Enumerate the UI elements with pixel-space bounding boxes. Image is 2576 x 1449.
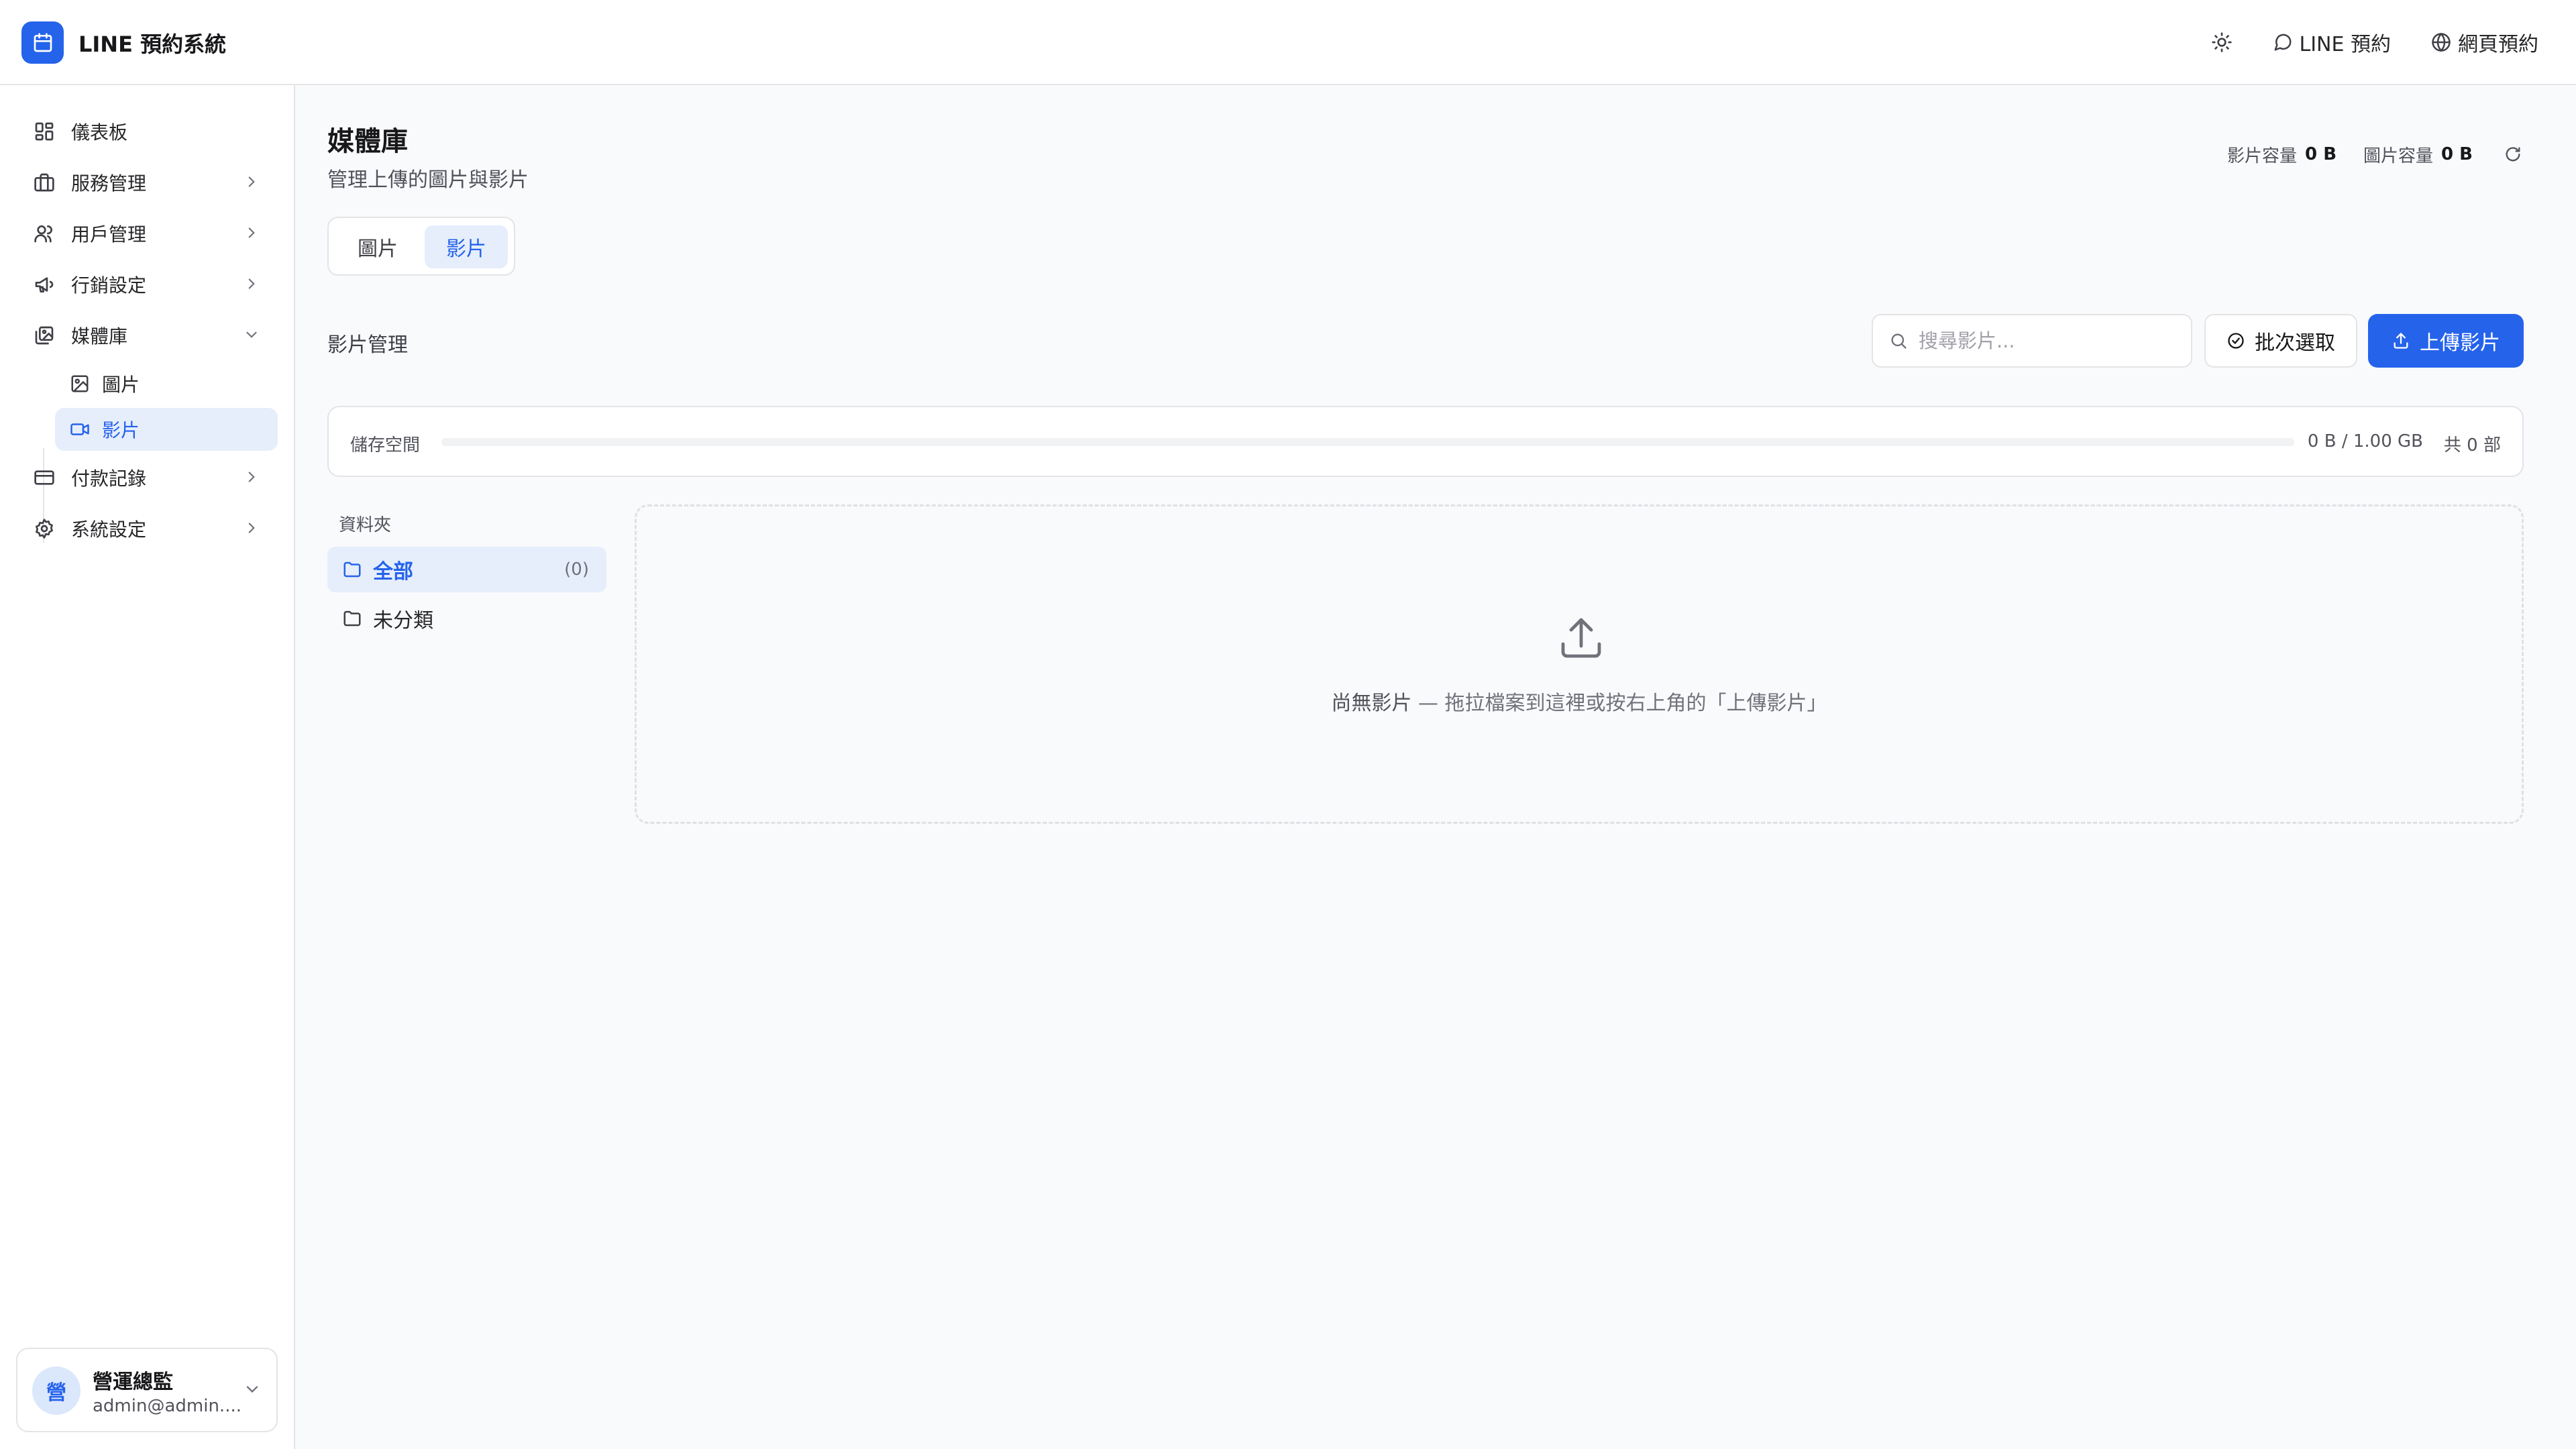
sidebar-subitem-label: 影片 xyxy=(102,419,140,441)
storage-label: 儲存空間 xyxy=(350,435,421,455)
tab-images[interactable]: 圖片 xyxy=(336,225,419,268)
sidebar-item-media-library[interactable]: 媒體庫 xyxy=(16,314,278,357)
sidebar-subitem-videos[interactable]: 影片 xyxy=(55,408,278,451)
globe-icon xyxy=(2431,32,2451,52)
upload-video-label: 上傳影片 xyxy=(2420,331,2500,355)
chevron-right-icon xyxy=(243,468,260,486)
upload-video-button[interactable]: 上傳影片 xyxy=(2368,314,2524,368)
empty-state-message: 尚無影片 — 拖拉檔案到這裡或按右上角的「上傳影片」 xyxy=(637,686,2522,716)
sidebar-item-marketing[interactable]: 行銷設定 xyxy=(16,263,278,306)
user-name: 營運總監 xyxy=(93,1371,173,1394)
chevron-right-icon xyxy=(243,275,260,292)
sidebar-item-label: 服務管理 xyxy=(71,172,147,195)
image-capacity-value: 0 B xyxy=(2441,144,2473,164)
credit-card-icon xyxy=(31,464,58,491)
media-type-tabs: 圖片 影片 xyxy=(327,217,515,276)
folder-label: 未分類 xyxy=(373,609,433,633)
search-icon xyxy=(1889,331,1908,350)
top-bar: LINE 預約系統 LINE 預約 網頁預約 xyxy=(0,0,2576,85)
sidebar-subitem-images[interactable]: 圖片 xyxy=(55,362,278,405)
gear-icon xyxy=(31,515,58,542)
check-circle-icon xyxy=(2226,331,2245,350)
folder-icon xyxy=(342,608,362,629)
video-capacity-value: 0 B xyxy=(2305,144,2337,164)
batch-select-button[interactable]: 批次選取 xyxy=(2204,314,2357,368)
image-capacity-label: 圖片容量 xyxy=(2363,146,2434,166)
sidebar-item-services[interactable]: 服務管理 xyxy=(16,161,278,204)
sidebar-subitem-label: 圖片 xyxy=(102,374,140,396)
chevron-right-icon xyxy=(243,173,260,191)
sidebar-item-label: 儀表板 xyxy=(71,121,128,144)
storage-stats: 影片容量 0 B 圖片容量 0 B xyxy=(2227,141,2522,168)
sidebar: 儀表板 服務管理 用戶管理 行銷設定 媒體庫 圖片 影片 付款記錄 系統設定 xyxy=(0,85,295,1449)
folders-heading: 資料夾 xyxy=(339,515,392,535)
video-count-text: 共 0 部 xyxy=(2443,435,2501,455)
folder-label: 全部 xyxy=(373,560,413,584)
image-icon xyxy=(70,374,90,394)
folder-icon xyxy=(342,559,362,580)
calendar-icon xyxy=(21,21,64,64)
user-menu[interactable]: 營 營運總監 admin@admin.... xyxy=(16,1348,278,1432)
sidebar-item-label: 用戶管理 xyxy=(71,223,147,246)
storage-usage-card: 儲存空間 0 B / 1.00 GB 共 0 部 xyxy=(327,406,2524,477)
chevron-down-icon xyxy=(243,1380,262,1399)
sun-icon xyxy=(2211,32,2233,53)
sidebar-item-label: 行銷設定 xyxy=(71,274,147,297)
batch-select-label: 批次選取 xyxy=(2255,331,2335,355)
user-email: admin@admin.... xyxy=(93,1396,241,1416)
line-booking-link[interactable]: LINE 預約 xyxy=(2273,28,2392,57)
sidebar-item-users[interactable]: 用戶管理 xyxy=(16,212,278,255)
search-input[interactable] xyxy=(1919,329,2180,352)
folder-count: (0) xyxy=(564,559,589,580)
page-title: 媒體庫 xyxy=(327,126,408,157)
folder-all[interactable]: 全部 (0) xyxy=(327,547,606,592)
chevron-right-icon xyxy=(243,224,260,241)
search-box xyxy=(1872,314,2192,368)
sidebar-item-dashboard[interactable]: 儀表板 xyxy=(16,110,278,153)
users-icon xyxy=(31,220,58,247)
folder-uncategorized[interactable]: 未分類 xyxy=(327,596,606,641)
sidebar-item-label: 系統設定 xyxy=(71,519,147,541)
app-title: LINE 預約系統 xyxy=(78,31,227,57)
brand[interactable]: LINE 預約系統 xyxy=(21,21,226,64)
upload-icon xyxy=(2392,331,2410,350)
web-booking-link[interactable]: 網頁預約 xyxy=(2431,28,2538,57)
images-icon xyxy=(31,322,58,349)
chevron-right-icon xyxy=(243,519,260,537)
theme-toggle-button[interactable] xyxy=(2211,32,2233,53)
upload-icon xyxy=(1557,614,1605,662)
sidebar-item-system-settings[interactable]: 系統設定 xyxy=(16,507,278,550)
empty-state-hint: — 拖拉檔案到這裡或按右上角的「上傳影片」 xyxy=(1411,692,1827,715)
web-booking-label: 網頁預約 xyxy=(2458,33,2538,56)
storage-progress-bar xyxy=(441,438,2294,446)
tab-videos[interactable]: 影片 xyxy=(425,225,508,268)
page-subtitle: 管理上傳的圖片與影片 xyxy=(327,168,529,192)
briefcase-icon xyxy=(31,169,58,196)
refresh-icon[interactable] xyxy=(2504,145,2522,164)
storage-used-text: 0 B / 1.00 GB xyxy=(2307,431,2423,451)
section-title: 影片管理 xyxy=(327,333,408,357)
message-circle-icon xyxy=(2273,32,2293,52)
chevron-down-icon xyxy=(243,326,260,343)
empty-state-title: 尚無影片 xyxy=(1331,692,1412,715)
sidebar-item-label: 媒體庫 xyxy=(71,325,128,347)
video-icon xyxy=(70,419,90,439)
megaphone-icon xyxy=(31,271,58,298)
upload-dropzone[interactable]: 尚無影片 — 拖拉檔案到這裡或按右上角的「上傳影片」 xyxy=(635,504,2524,824)
avatar: 營 xyxy=(32,1366,80,1415)
sidebar-item-label: 付款記錄 xyxy=(71,468,147,490)
sidebar-item-payments[interactable]: 付款記錄 xyxy=(16,456,278,499)
line-booking-label: LINE 預約 xyxy=(2299,33,2392,56)
video-capacity-label: 影片容量 xyxy=(2227,146,2298,166)
layout-grid-icon xyxy=(31,118,58,145)
